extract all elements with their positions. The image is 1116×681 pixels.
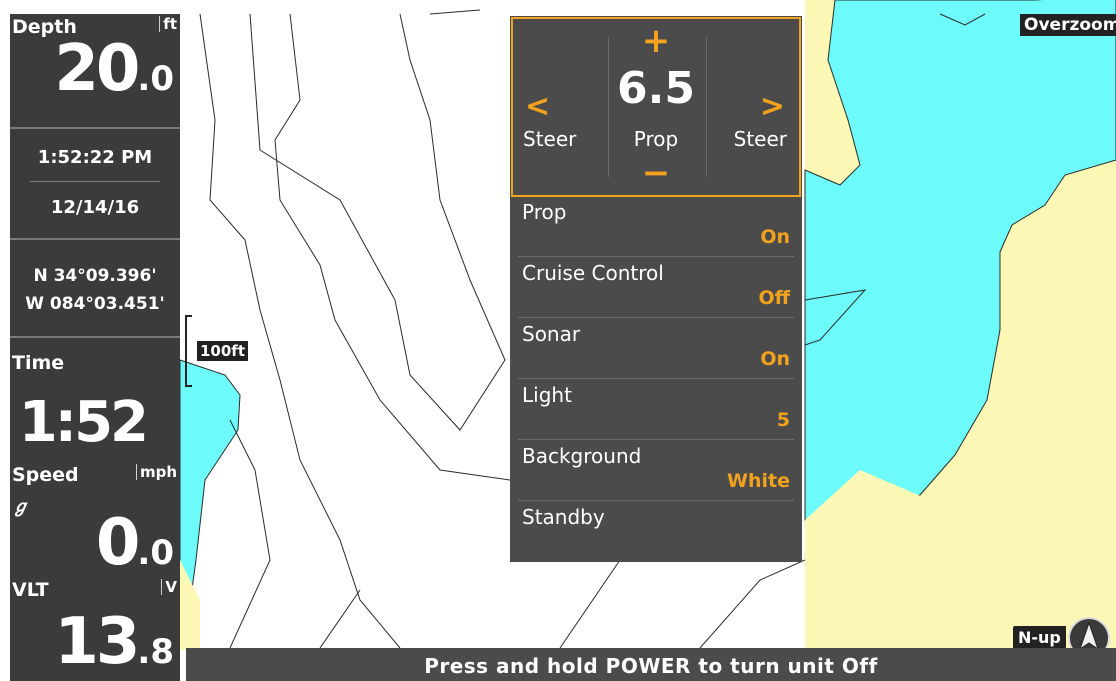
voltage-value-decimal: .8 (137, 632, 174, 672)
depth-value-decimal: .0 (137, 59, 174, 99)
speed-value: 0.0 (96, 506, 174, 580)
menu-item-value: 5 (776, 409, 790, 431)
speed-value-int: 0 (95, 506, 140, 580)
menu-item-prop[interactable]: Prop On (510, 196, 802, 257)
orientation-label: N-up (1013, 626, 1066, 650)
menu-item-background[interactable]: Background White (510, 440, 802, 501)
menu-item-sonar[interactable]: Sonar On (510, 318, 802, 379)
voltage-unit: V (161, 579, 177, 595)
menu-item-label: Background (522, 444, 642, 468)
decrease-icon[interactable]: − (513, 153, 799, 193)
steer-right-arrow-icon[interactable]: > (760, 89, 785, 124)
chart-view[interactable]: 100ft Overzoom N-up Depth ft 20.0 1:52:2… (0, 0, 1116, 681)
steer-right-label: Steer (733, 127, 787, 151)
time-label: Time (12, 352, 65, 374)
menu-item-cruise-control[interactable]: Cruise Control Off (510, 257, 802, 318)
steer-left-arrow-icon[interactable]: < (525, 89, 550, 124)
scale-label: 100ft (197, 341, 249, 361)
time-value: 1:52 (18, 390, 149, 455)
latitude-readout: N 34°09.396' (33, 266, 157, 286)
speed-value-decimal: .0 (137, 533, 174, 573)
menu-item-value: White (727, 470, 790, 492)
zoom-indicator: Overzoom (1020, 14, 1116, 36)
increase-icon[interactable]: + (513, 21, 799, 61)
sidebar-divider (10, 336, 180, 338)
trolling-motor-menu: + 6.5 Prop − < Steer > Steer Prop On Cru… (510, 16, 802, 562)
sidebar-divider (10, 238, 180, 240)
depth-panel[interactable]: Depth ft 20.0 (10, 14, 180, 140)
clock-readout: 1:52:22 PM (37, 147, 153, 168)
voltage-value-int: 13 (54, 605, 140, 679)
menu-item-value: On (760, 348, 790, 370)
depth-value: 20.0 (54, 32, 174, 106)
gps-speed-icon: ℊ (12, 497, 29, 517)
date-readout: 12/14/16 (50, 197, 140, 218)
sidebar-divider (10, 127, 180, 129)
prop-speed-control[interactable]: + 6.5 Prop − < Steer > Steer (511, 17, 801, 197)
data-sidebar: Depth ft 20.0 1:52:22 PM 12/14/16 N 34°0… (10, 14, 180, 681)
control-divider (706, 37, 707, 177)
menu-item-label: Prop (522, 200, 567, 224)
status-message-bar: Press and hold POWER to turn unit Off (186, 648, 1116, 681)
speed-label: Speed (12, 464, 79, 486)
voltage-label: VLT (12, 579, 49, 601)
menu-item-label: Standby (522, 505, 605, 529)
speed-panel[interactable]: Speed mph ℊ 0.0 (10, 462, 180, 580)
longitude-readout: W 084°03.451' (25, 294, 165, 314)
speed-unit: mph (135, 464, 177, 480)
menu-item-label: Light (522, 383, 572, 407)
prop-speed-value: 6.5 (617, 63, 695, 114)
voltage-value: 13.8 (54, 605, 174, 679)
steer-left-label: Steer (523, 127, 577, 151)
menu-item-value: On (760, 226, 790, 248)
depth-value-int: 20 (54, 32, 140, 106)
time-panel[interactable]: Time 1:52 (10, 350, 180, 466)
menu-item-label: Sonar (522, 322, 581, 346)
sidebar-divider (30, 181, 160, 182)
menu-item-value: Off (758, 287, 790, 309)
voltage-panel[interactable]: VLT V 13.8 (10, 577, 180, 681)
depth-unit: ft (159, 16, 177, 32)
menu-item-light[interactable]: Light 5 (510, 379, 802, 440)
menu-item-label: Cruise Control (522, 261, 664, 285)
status-message: Press and hold POWER to turn unit Off (424, 654, 878, 678)
menu-item-standby[interactable]: Standby (510, 501, 802, 562)
control-divider (608, 37, 609, 177)
